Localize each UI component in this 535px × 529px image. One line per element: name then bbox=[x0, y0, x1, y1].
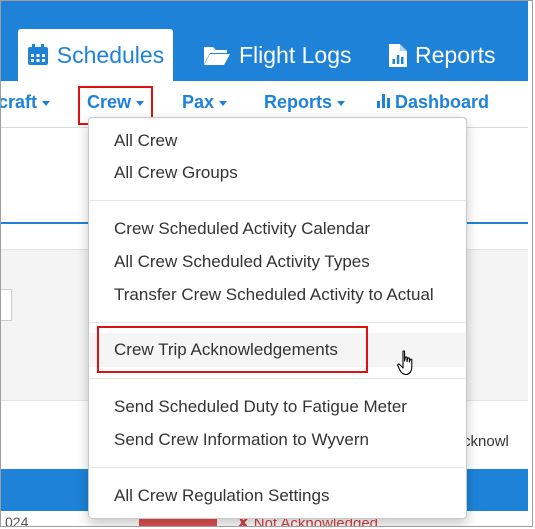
menu-item-transfer-crew-activity[interactable]: Transfer Crew Scheduled Activity to Actu… bbox=[114, 285, 434, 305]
nav-reports-label: Reports bbox=[264, 92, 333, 112]
filter-input[interactable] bbox=[1, 289, 12, 321]
caret-down-icon bbox=[337, 101, 346, 106]
caret-down-icon bbox=[219, 101, 228, 106]
report-file-icon bbox=[389, 43, 407, 67]
nav-aircraft[interactable]: craft bbox=[0, 92, 51, 113]
folder-icon bbox=[203, 44, 231, 66]
menu-item-all-crew-scheduled-activity-types[interactable]: All Crew Scheduled Activity Types bbox=[114, 252, 370, 272]
tab-reports-label: Reports bbox=[415, 41, 496, 68]
menu-item-all-crew[interactable]: All Crew bbox=[114, 131, 177, 151]
menu-item-send-duty-fatigue-meter[interactable]: Send Scheduled Duty to Fatigue Meter bbox=[114, 397, 407, 417]
tab-schedules[interactable]: Schedules bbox=[18, 29, 173, 81]
nav-dashboard[interactable]: Dashboard bbox=[376, 92, 489, 113]
tab-flight-logs-label: Flight Logs bbox=[239, 41, 352, 68]
bar-chart-icon bbox=[376, 92, 392, 113]
menu-item-send-crew-info-wyvern[interactable]: Send Crew Information to Wyvern bbox=[114, 430, 369, 450]
menu-divider bbox=[90, 200, 465, 201]
tab-reports[interactable]: Reports bbox=[389, 29, 496, 81]
nav-pax-label: Pax bbox=[182, 92, 215, 112]
app-window: Schedules Flight Logs Reports craft Crew… bbox=[0, 0, 533, 527]
nav-aircraft-label: craft bbox=[0, 92, 38, 112]
menu-item-all-crew-groups[interactable]: All Crew Groups bbox=[114, 163, 238, 183]
menu-divider bbox=[90, 322, 465, 323]
tab-flight-logs[interactable]: Flight Logs bbox=[203, 29, 352, 81]
nav-pax[interactable]: Pax bbox=[182, 92, 228, 113]
crew-dropdown-menu: All Crew All Crew Groups Crew Scheduled … bbox=[88, 117, 467, 519]
nav-reports[interactable]: Reports bbox=[264, 92, 346, 113]
menu-item-crew-scheduled-activity-calendar[interactable]: Crew Scheduled Activity Calendar bbox=[114, 219, 370, 239]
caret-down-icon bbox=[42, 101, 51, 106]
row-date: 024 bbox=[5, 514, 29, 527]
hand-pointer-icon bbox=[397, 350, 417, 381]
menu-divider bbox=[90, 467, 465, 468]
menu-item-all-crew-regulation-settings[interactable]: All Crew Regulation Settings bbox=[114, 486, 329, 506]
tab-schedules-label: Schedules bbox=[56, 41, 165, 68]
nav-dashboard-label: Dashboard bbox=[395, 92, 490, 112]
top-nav-bar: Schedules Flight Logs Reports bbox=[1, 1, 528, 81]
trip-ack-highlight-box bbox=[97, 326, 368, 373]
calendar-icon bbox=[27, 44, 49, 66]
